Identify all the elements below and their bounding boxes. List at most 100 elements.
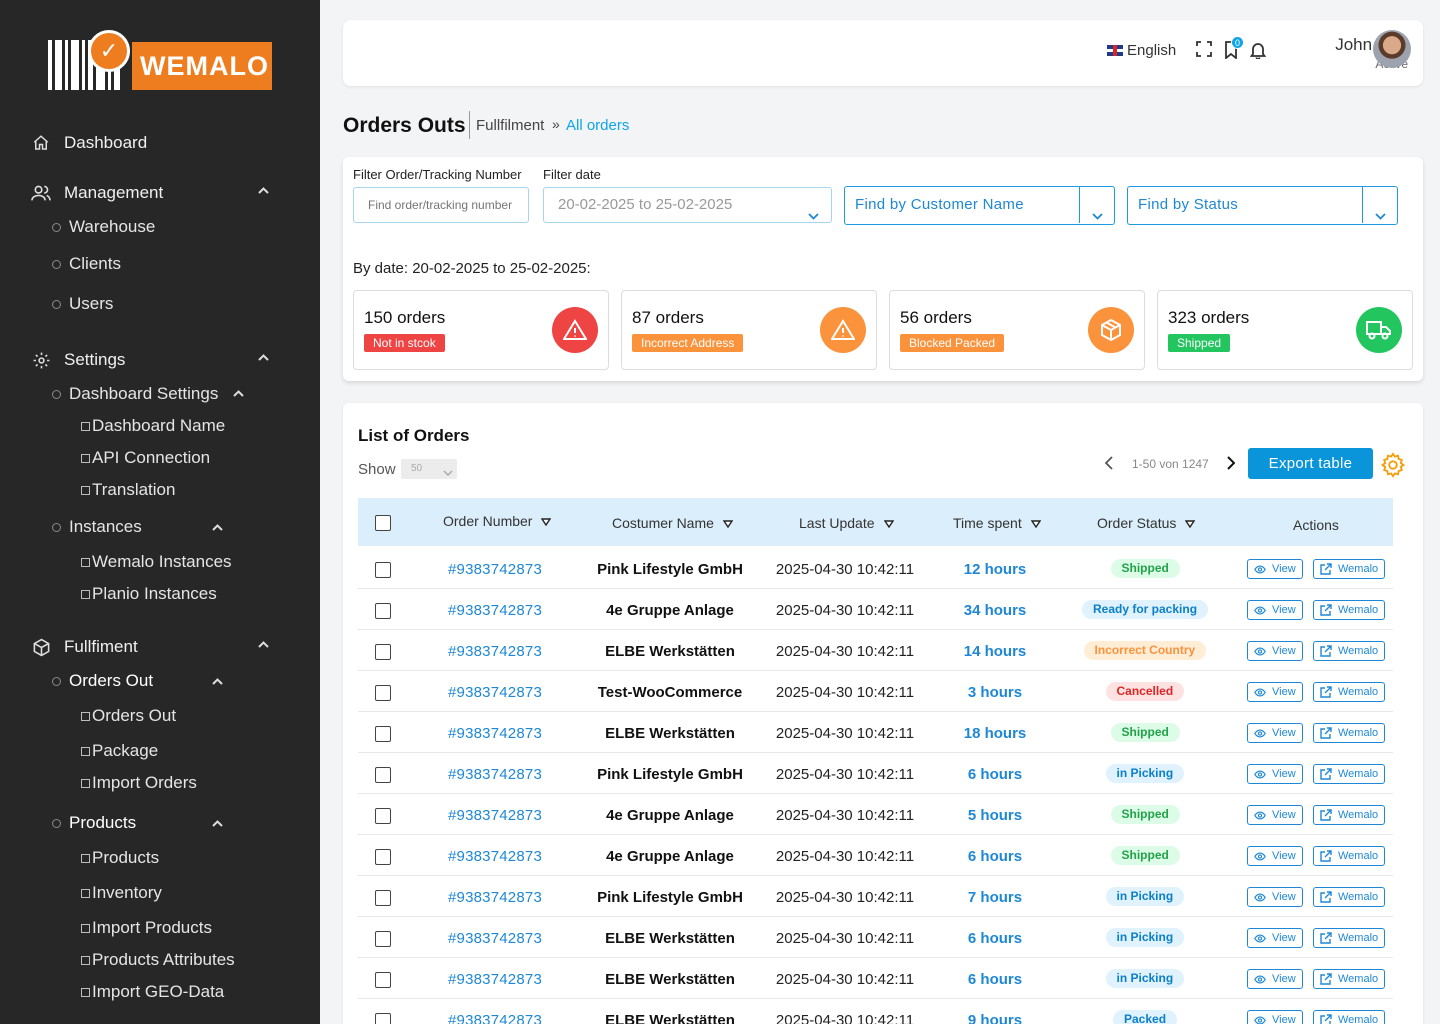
export-table-button[interactable]: Export table (1248, 448, 1373, 479)
sidebar-item-api-connection[interactable]: API Connection (81, 448, 210, 468)
order-number-link[interactable]: #9383742873 (410, 725, 580, 742)
order-number-link[interactable]: #9383742873 (410, 561, 580, 578)
row-checkbox[interactable] (375, 767, 391, 783)
chevron-up-icon[interactable] (258, 641, 268, 651)
sidebar-item-products-attributes[interactable]: Products Attributes (81, 950, 235, 970)
order-number-link[interactable]: #9383742873 (410, 766, 580, 783)
column-header-customer-name[interactable]: Costumer Name (612, 515, 733, 531)
row-checkbox[interactable] (375, 890, 391, 906)
sidebar-item-dashboard-settings[interactable]: Dashboard Settings (52, 384, 218, 404)
chevron-up-icon[interactable] (258, 354, 268, 364)
wemalo-link-button[interactable]: Wemalo (1313, 928, 1385, 948)
view-button[interactable]: View (1247, 682, 1303, 702)
wemalo-logo[interactable]: ✓ WEMALO (48, 30, 272, 92)
column-header-order-number[interactable]: Order Number (443, 513, 551, 529)
order-number-link[interactable]: #9383742873 (410, 807, 580, 824)
view-button[interactable]: View (1247, 969, 1303, 989)
table-row[interactable]: #9383742873Pink Lifestyle GmbH2025-04-30… (358, 753, 1393, 794)
sidebar-item-clients[interactable]: Clients (52, 254, 121, 274)
date-range-picker[interactable]: 20-02-2025 to 25-02-2025 (543, 187, 832, 223)
wemalo-link-button[interactable]: Wemalo (1313, 641, 1385, 661)
row-checkbox[interactable] (375, 603, 391, 619)
wemalo-link-button[interactable]: Wemalo (1313, 682, 1385, 702)
order-number-link[interactable]: #9383742873 (410, 602, 580, 619)
chevron-right-icon[interactable] (1227, 456, 1235, 475)
row-checkbox[interactable] (375, 808, 391, 824)
sidebar-item-settings[interactable]: Settings (30, 349, 125, 371)
view-button[interactable]: View (1247, 928, 1303, 948)
table-row[interactable]: #9383742873ELBE Werkstätten2025-04-30 10… (358, 917, 1393, 958)
view-button[interactable]: View (1247, 805, 1303, 825)
view-button[interactable]: View (1247, 600, 1303, 620)
row-checkbox[interactable] (375, 726, 391, 742)
table-row[interactable]: #9383742873Pink Lifestyle GmbH2025-04-30… (358, 876, 1393, 917)
table-row[interactable]: #9383742873ELBE Werkstätten2025-04-30 10… (358, 958, 1393, 999)
table-row[interactable]: #93837428734e Gruppe Anlage2025-04-30 10… (358, 835, 1393, 876)
sidebar-item-orders-out-group[interactable]: Orders Out (52, 671, 153, 691)
table-row[interactable]: #93837428734e Gruppe Anlage2025-04-30 10… (358, 794, 1393, 835)
stat-card-not-in-stock[interactable]: 150 orders Not in stcok (353, 290, 609, 370)
order-number-link[interactable]: #9383742873 (410, 1012, 580, 1024)
view-button[interactable]: View (1247, 559, 1303, 579)
table-row[interactable]: #9383742873Pink Lifestyle GmbH2025-04-30… (358, 548, 1393, 589)
table-row[interactable]: #93837428734e Gruppe Anlage2025-04-30 10… (358, 589, 1393, 630)
stat-card-blocked-packed[interactable]: 56 orders Blocked Packed (889, 290, 1145, 370)
order-number-link[interactable]: #9383742873 (410, 889, 580, 906)
wemalo-link-button[interactable]: Wemalo (1313, 723, 1385, 743)
sidebar-item-orders-out[interactable]: Orders Out (81, 706, 176, 726)
fullscreen-icon[interactable] (1196, 41, 1214, 59)
sidebar-item-dashboard-name[interactable]: Dashboard Name (81, 416, 225, 436)
sidebar-item-translation[interactable]: Translation (81, 480, 175, 500)
stat-card-shipped[interactable]: 323 orders Shipped (1157, 290, 1413, 370)
status-select[interactable]: Find by Status (1127, 186, 1398, 225)
wemalo-link-button[interactable]: Wemalo (1313, 846, 1385, 866)
view-button[interactable]: View (1247, 1010, 1303, 1024)
row-checkbox[interactable] (375, 931, 391, 947)
sidebar-item-wemalo-instances[interactable]: Wemalo Instances (81, 552, 232, 572)
sidebar-item-instances[interactable]: Instances (52, 517, 142, 537)
table-row[interactable]: #9383742873ELBE Werkstätten2025-04-30 10… (358, 630, 1393, 671)
view-button[interactable]: View (1247, 764, 1303, 784)
breadcrumb-parent[interactable]: Fullfilment (476, 117, 544, 134)
chevron-up-icon[interactable] (212, 820, 222, 830)
column-header-last-update[interactable]: Last Update (799, 515, 894, 531)
wemalo-link-button[interactable]: Wemalo (1313, 1010, 1385, 1024)
customer-name-select[interactable]: Find by Customer Name (844, 186, 1115, 225)
bell-icon[interactable] (1250, 41, 1268, 59)
order-number-link[interactable]: #9383742873 (410, 643, 580, 660)
row-checkbox[interactable] (375, 849, 391, 865)
sidebar-item-inventory[interactable]: Inventory (81, 883, 162, 903)
wemalo-link-button[interactable]: Wemalo (1313, 764, 1385, 784)
wemalo-link-button[interactable]: Wemalo (1313, 559, 1385, 579)
order-number-link[interactable]: #9383742873 (410, 848, 580, 865)
order-number-link[interactable]: #9383742873 (410, 930, 580, 947)
select-all-checkbox[interactable] (375, 515, 391, 531)
row-checkbox[interactable] (375, 644, 391, 660)
row-checkbox[interactable] (375, 562, 391, 578)
wemalo-link-button[interactable]: Wemalo (1313, 969, 1385, 989)
row-checkbox[interactable] (375, 685, 391, 701)
sidebar-item-package[interactable]: Package (81, 741, 158, 761)
sidebar-item-users[interactable]: Users (52, 294, 113, 314)
column-header-order-status[interactable]: Order Status (1097, 515, 1195, 531)
wemalo-link-button[interactable]: Wemalo (1313, 887, 1385, 907)
sidebar-item-management[interactable]: Management (30, 182, 163, 204)
sidebar-item-warehouse[interactable]: Warehouse (52, 217, 155, 237)
sidebar-item-import-geo-data[interactable]: Import GEO-Data (81, 982, 224, 1002)
sidebar-item-planio-instances[interactable]: Planio Instances (81, 584, 217, 604)
breadcrumb-current[interactable]: All orders (566, 117, 629, 134)
chevron-up-icon[interactable] (212, 524, 222, 534)
table-row[interactable]: #9383742873ELBE Werkstätten2025-04-30 10… (358, 999, 1393, 1024)
chevron-left-icon[interactable] (1105, 456, 1113, 475)
row-checkbox[interactable] (375, 972, 391, 988)
table-row[interactable]: #9383742873Test-WooCommerce2025-04-30 10… (358, 671, 1393, 712)
avatar[interactable] (1373, 30, 1411, 68)
page-size-select[interactable]: 50 (401, 459, 457, 479)
order-number-link[interactable]: #9383742873 (410, 971, 580, 988)
sidebar-item-products-group[interactable]: Products (52, 813, 136, 833)
sidebar-item-products[interactable]: Products (81, 848, 159, 868)
view-button[interactable]: View (1247, 887, 1303, 907)
sidebar-item-import-orders[interactable]: Import Orders (81, 773, 197, 793)
tracking-search-input[interactable] (353, 187, 529, 223)
view-button[interactable]: View (1247, 723, 1303, 743)
